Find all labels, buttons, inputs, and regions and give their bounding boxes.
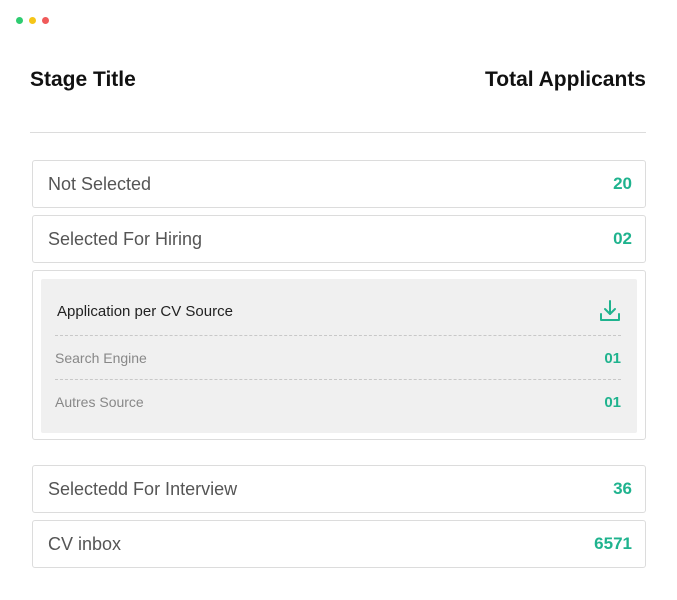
stage-row-not-selected[interactable]: Not Selected 20 bbox=[32, 160, 646, 208]
stage-row-selected-for-hiring[interactable]: Selected For Hiring 02 bbox=[32, 215, 646, 263]
stage-label: Selected For Hiring bbox=[48, 228, 203, 249]
cv-source-count: 01 bbox=[604, 349, 621, 367]
stage-count: 02 bbox=[613, 229, 632, 248]
header-divider bbox=[30, 132, 646, 133]
total-applicants-heading: Total Applicants bbox=[484, 68, 646, 91]
cv-source-panel: Application per CV Source Search Engine … bbox=[41, 279, 637, 433]
cv-source-row: Search Engine 01 bbox=[55, 335, 621, 380]
stage-title-heading: Stage Title bbox=[30, 68, 136, 91]
stage-count: 20 bbox=[613, 174, 632, 193]
stage-label: Selectedd For Interview bbox=[48, 478, 238, 499]
cv-source-row: Autres Source 01 bbox=[55, 379, 621, 424]
stage-count: 36 bbox=[613, 479, 632, 498]
stage-row-selected-for-interview[interactable]: Selectedd For Interview 36 bbox=[32, 465, 646, 513]
window-controls bbox=[16, 17, 49, 24]
stage-label: Not Selected bbox=[48, 173, 152, 194]
window-dot-green[interactable] bbox=[16, 17, 23, 24]
table-header: Stage Title Total Applicants bbox=[30, 68, 646, 92]
stage-label: CV inbox bbox=[48, 533, 122, 554]
download-icon[interactable] bbox=[599, 299, 621, 323]
stage-row-cv-inbox[interactable]: CV inbox 6571 bbox=[32, 520, 646, 568]
cv-source-count: 01 bbox=[604, 393, 621, 411]
cv-source-label: Search Engine bbox=[55, 350, 147, 366]
stage-count: 6571 bbox=[594, 534, 632, 553]
window-dot-red[interactable] bbox=[42, 17, 49, 24]
cv-source-panel-header: Application per CV Source bbox=[57, 297, 621, 325]
cv-source-expanded-row: Application per CV Source Search Engine … bbox=[32, 270, 646, 440]
window-dot-yellow[interactable] bbox=[29, 17, 36, 24]
cv-source-panel-title: Application per CV Source bbox=[57, 302, 233, 320]
cv-source-label: Autres Source bbox=[55, 394, 144, 410]
